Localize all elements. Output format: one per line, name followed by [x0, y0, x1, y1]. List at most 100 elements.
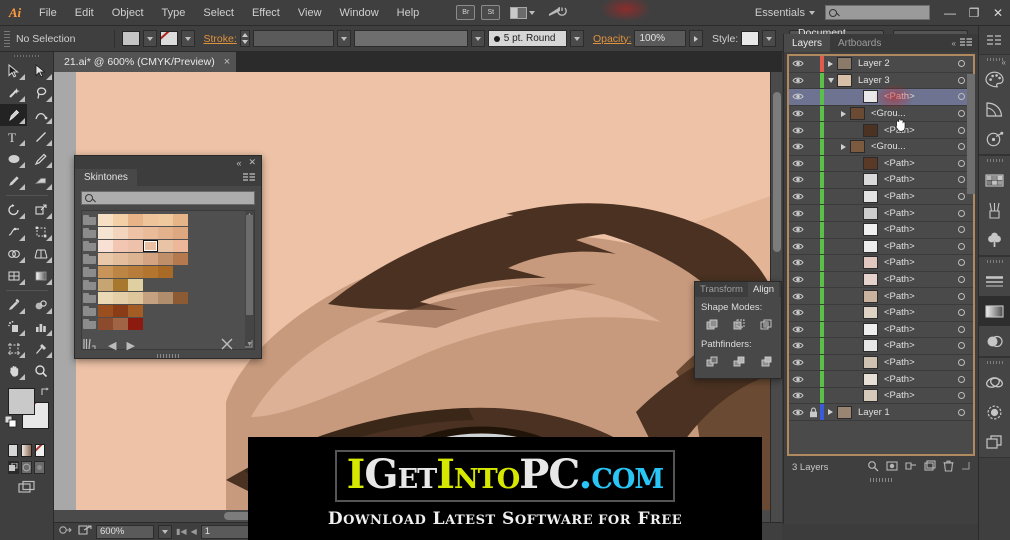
- restore-button[interactable]: ❐: [962, 0, 986, 26]
- layer-name-label[interactable]: <Path>: [884, 324, 949, 335]
- tools-panel-grip[interactable]: [0, 52, 53, 60]
- make-mask-icon[interactable]: [886, 460, 898, 475]
- menu-object[interactable]: Object: [103, 0, 153, 26]
- layer-name-label[interactable]: <Path>: [884, 374, 949, 385]
- scale-tool[interactable]: [27, 199, 54, 221]
- panel-resize-grip[interactable]: [157, 354, 179, 358]
- stock-button[interactable]: St: [481, 5, 501, 20]
- perspective-grid-tool[interactable]: [27, 243, 54, 265]
- color-swatch[interactable]: [158, 239, 173, 252]
- expand-toggle-icon[interactable]: [837, 143, 850, 150]
- color-swatch[interactable]: [158, 265, 173, 278]
- expand-toggle-icon[interactable]: [837, 110, 850, 117]
- color-swatch[interactable]: [158, 252, 173, 265]
- stroke-panel-icon[interactable]: [979, 266, 1010, 296]
- visibility-toggle-icon[interactable]: [789, 142, 806, 151]
- default-fill-stroke-icon[interactable]: [4, 415, 17, 428]
- menu-effect[interactable]: Effect: [243, 0, 289, 26]
- stroke-swatch[interactable]: [159, 31, 178, 46]
- layer-row[interactable]: <Path>: [789, 205, 973, 222]
- layer-row[interactable]: <Path>: [789, 371, 973, 388]
- symbol-sprayer-tool[interactable]: [0, 316, 27, 338]
- visibility-toggle-icon[interactable]: [789, 391, 806, 400]
- layer-name-label[interactable]: <Path>: [884, 208, 949, 219]
- dock-menu-icon[interactable]: [979, 26, 1010, 54]
- pathfinder-panel[interactable]: Transform Align Shape Modes: Pathfinders…: [694, 281, 782, 379]
- layer-row[interactable]: <Path>: [789, 304, 973, 322]
- paintbrush-tool[interactable]: [27, 148, 54, 170]
- swatches-panel-icon[interactable]: [979, 165, 1010, 195]
- swatch-libraries-icon[interactable]: [83, 338, 98, 353]
- type-tool[interactable]: T: [0, 126, 27, 148]
- search-input[interactable]: [825, 5, 930, 20]
- layer-row[interactable]: Layer 1: [789, 404, 973, 422]
- color-swatch[interactable]: [173, 291, 188, 304]
- brushes-panel-icon[interactable]: [979, 195, 1010, 225]
- tab-layers[interactable]: Layers: [784, 34, 831, 52]
- color-swatch[interactable]: [128, 213, 143, 226]
- color-swatch[interactable]: [173, 213, 188, 226]
- edit-colors-panel-icon[interactable]: [979, 124, 1010, 154]
- visibility-toggle-icon[interactable]: [789, 341, 806, 350]
- draw-normal-button[interactable]: [8, 461, 19, 474]
- color-swatch[interactable]: [113, 239, 128, 252]
- color-swatch[interactable]: [173, 226, 188, 239]
- layer-name-label[interactable]: <Path>: [884, 191, 949, 202]
- color-swatch[interactable]: [113, 304, 128, 317]
- visibility-toggle-icon[interactable]: [789, 209, 806, 218]
- stroke-weight-dropdown[interactable]: [336, 30, 351, 47]
- layer-row[interactable]: <Grou...: [789, 105, 973, 123]
- layer-row[interactable]: <Path>: [789, 387, 973, 405]
- layer-row[interactable]: <Path>: [789, 338, 973, 355]
- sync-settings-icon[interactable]: [547, 3, 568, 22]
- artboard-nav-prev[interactable]: ◀: [191, 527, 197, 536]
- color-swatch[interactable]: [128, 226, 143, 239]
- layer-name-label[interactable]: <Path>: [884, 307, 949, 318]
- minus-front-button[interactable]: [726, 315, 751, 334]
- share-document-icon[interactable]: [78, 524, 92, 539]
- stroke-weight-field[interactable]: [252, 30, 334, 47]
- unite-button[interactable]: [699, 315, 724, 334]
- color-guide-panel-icon[interactable]: [979, 94, 1010, 124]
- visibility-toggle-icon[interactable]: [789, 192, 806, 201]
- layer-row[interactable]: <Path>: [789, 271, 973, 289]
- gradient-mode-button[interactable]: [21, 444, 32, 457]
- blend-tool[interactable]: [27, 294, 54, 316]
- visibility-toggle-icon[interactable]: [789, 76, 806, 85]
- collapse-icon[interactable]: «: [952, 39, 956, 48]
- layer-row[interactable]: <Path>: [789, 255, 973, 272]
- swatch-folder-icon[interactable]: [83, 227, 97, 238]
- transparency-panel-icon[interactable]: [979, 326, 1010, 356]
- menu-select[interactable]: Select: [194, 0, 243, 26]
- fill-color-box[interactable]: [8, 388, 35, 415]
- menu-help[interactable]: Help: [388, 0, 429, 26]
- new-sublayer-icon[interactable]: [905, 460, 917, 475]
- layer-row[interactable]: <Path>: [789, 122, 973, 139]
- color-swatch[interactable]: [158, 213, 173, 226]
- swatch-folder-icon[interactable]: [83, 253, 97, 264]
- fill-dropdown[interactable]: [142, 30, 157, 47]
- color-swatch[interactable]: [143, 226, 158, 239]
- swatch-folder-icon[interactable]: [83, 318, 97, 329]
- menu-view[interactable]: View: [289, 0, 331, 26]
- screen-mode-button[interactable]: [0, 474, 53, 496]
- stroke-dropdown[interactable]: [180, 30, 195, 47]
- dock-group-grip[interactable]: [979, 156, 1010, 165]
- tab-skintones[interactable]: Skintones: [75, 169, 137, 186]
- layer-name-label[interactable]: <Path>: [884, 224, 949, 235]
- curvature-tool[interactable]: [27, 104, 54, 126]
- color-swatch[interactable]: [98, 226, 113, 239]
- pen-tool[interactable]: [0, 104, 27, 126]
- line-segment-tool[interactable]: [27, 126, 54, 148]
- opacity-field[interactable]: 100%: [634, 30, 687, 47]
- gradient-panel-icon[interactable]: [979, 296, 1010, 326]
- visibility-toggle-icon[interactable]: [789, 258, 806, 267]
- visibility-toggle-icon[interactable]: [789, 225, 806, 234]
- stroke-profile-field[interactable]: [353, 30, 468, 47]
- control-bar-grip[interactable]: [4, 30, 10, 47]
- selection-tool[interactable]: [0, 60, 27, 82]
- panel-menu-icon[interactable]: [960, 38, 973, 50]
- layer-name-label[interactable]: <Grou...: [871, 141, 949, 152]
- visibility-toggle-icon[interactable]: [789, 92, 806, 101]
- slice-tool[interactable]: [27, 338, 54, 360]
